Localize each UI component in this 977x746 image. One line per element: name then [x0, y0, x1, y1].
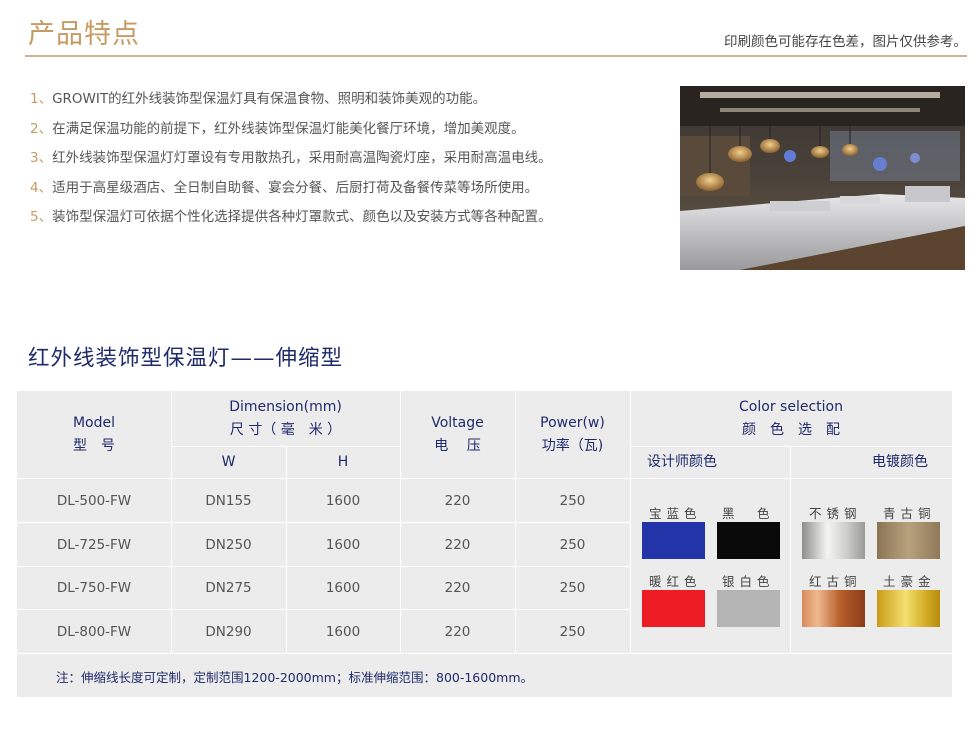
table-cell-voltage: 220	[444, 492, 471, 509]
table-footnote: 注：伸缩线长度可定制，定制范围1200-2000mm；标准伸缩范围：800-16…	[56, 670, 534, 685]
feature-item: 1、GROWIT的红外线装饰型保温灯具有保温食物、照明和装饰美观的功能。	[30, 91, 487, 107]
print-disclaimer: 印刷颜色可能存在色差，图片仅供参考。	[724, 34, 967, 50]
header-voltage: Voltage 电 压	[431, 414, 484, 454]
header-w: W	[221, 453, 236, 470]
table-divider	[17, 653, 952, 654]
table-cell-model: DL-725-FW	[56, 536, 132, 553]
header-h: H	[337, 453, 349, 470]
swatch-label: 宝蓝色	[649, 506, 702, 521]
table-cell-w: DN275	[205, 580, 252, 596]
table-divider	[630, 478, 952, 479]
table-cell-voltage: 220	[444, 580, 471, 596]
table-cell-power: 250	[559, 536, 586, 553]
feature-item: 2、在满足保温功能的前提下，红外线装饰型保温灯能美化餐厅环境，增加美观度。	[30, 120, 525, 137]
color-swatch-red-bronze	[802, 590, 865, 627]
spec-table: Model 型 号 Dimension(mm) 尺 寸（ 毫 米 ） W H Vol…	[17, 391, 952, 697]
header-dimension: Dimension(mm) 尺 寸（ 毫 米 ）	[229, 398, 342, 438]
color-swatch-royal-blue	[642, 522, 705, 559]
table-cell-model: DL-800-FW	[56, 623, 132, 640]
swatch-label: 不锈钢	[809, 506, 862, 521]
feature-list: 1、GROWIT的红外线装饰型保温灯具有保温食物、照明和装饰美观的功能。 2、在…	[30, 85, 680, 233]
table-cell-h: 1600	[325, 492, 361, 509]
table-cell-voltage: 220	[444, 623, 471, 640]
table-cell-w: DN250	[205, 536, 252, 553]
feature-item: 5、装饰型保温灯可依据个性化选择提供各种灯罩款式、颜色以及安装方式等各种配置。	[30, 209, 552, 225]
swatch-label: 暖红色	[649, 574, 702, 589]
color-swatch-silver-white	[717, 590, 780, 627]
table-cell-h: 1600	[325, 536, 361, 553]
header-plating-colors: 电镀颜色	[872, 454, 928, 470]
table-cell-w: DN155	[205, 492, 252, 509]
table-cell-power: 250	[559, 580, 586, 596]
swatch-label: 红古铜	[809, 574, 862, 589]
color-swatch-luxury-gold	[877, 590, 940, 627]
color-swatch-black	[717, 522, 780, 559]
table-cell-voltage: 220	[444, 536, 471, 553]
color-swatch-antique-bronze	[877, 522, 940, 559]
header-model: Model 型 号	[72, 414, 116, 454]
table-cell-power: 250	[559, 492, 586, 509]
header-designer-colors: 设计师颜色	[647, 454, 717, 470]
feature-item: 4、适用于高星级酒店、全日制自助餐、宴会分餐、后厨打荷及备餐传菜等场所使用。	[30, 179, 539, 196]
table-cell-h: 1600	[325, 623, 361, 640]
table-cell-h: 1600	[325, 580, 361, 596]
color-swatch-warm-red	[642, 590, 705, 627]
table-cell-model: DL-750-FW	[56, 580, 132, 596]
table-cell-w: DN290	[205, 623, 252, 640]
color-swatch-stainless	[802, 522, 865, 559]
header-power: Power(w) 功率（瓦)	[540, 414, 605, 454]
header-color-selection: Color selection 颜 色 选 配	[739, 398, 843, 438]
swatch-label: 青古铜	[883, 506, 936, 521]
table-cell-power: 250	[559, 623, 586, 640]
feature-item: 3、红外线装饰型保温灯灯罩设有专用散热孔，采用耐高温陶瓷灯座，采用耐高温电线。	[30, 150, 552, 166]
swatch-label: 银白色	[722, 574, 775, 589]
section-title: 产品特点	[28, 19, 140, 50]
swatch-label: 黑 色	[722, 506, 775, 521]
swatch-label: 土豪金	[883, 574, 936, 589]
table-cell-model: DL-500-FW	[56, 492, 132, 509]
buffet-kitchen-photo	[680, 86, 965, 270]
header-divider	[25, 55, 967, 57]
product-title: 红外线装饰型保温灯——伸缩型	[28, 346, 344, 371]
